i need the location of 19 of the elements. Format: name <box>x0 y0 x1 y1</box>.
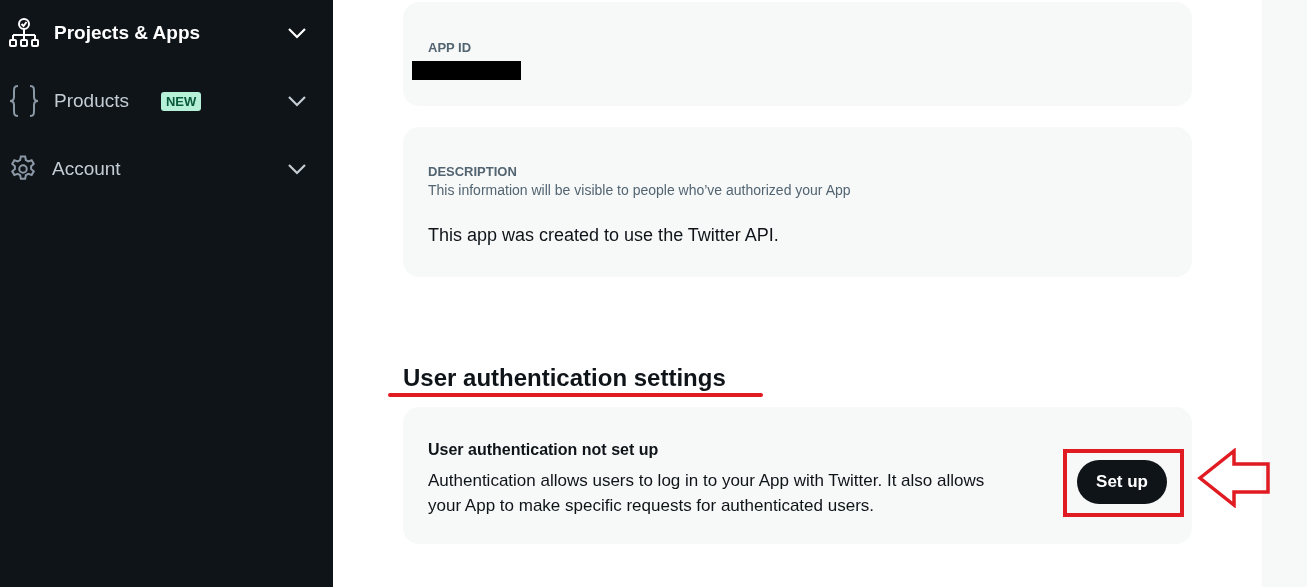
sidebar-item[interactable]: Account <box>0 149 333 189</box>
status-text: Authentication allows users to log in to your App with Twitter. It also allows your App to make specific requests for authenticated users. <box>428 470 986 517</box>
set-up-button[interactable]: Set up <box>1077 459 1167 504</box>
sidebar-item-label: Account <box>52 158 121 180</box>
field-hint: This information will be visible to people who’ve authorized your App <box>428 182 852 198</box>
chevron-down-icon[interactable] <box>287 95 307 107</box>
field-label: APP ID <box>428 40 473 55</box>
section-heading: User authentication settings <box>403 364 726 392</box>
hierarchy-icon <box>8 17 40 49</box>
field-label: DESCRIPTION <box>428 164 518 179</box>
status-title: User authentication not set up <box>428 441 660 459</box>
braces-icon <box>8 84 40 118</box>
sidebar-item-label: Projects & Apps <box>54 22 201 44</box>
sidebar-item[interactable]: Products NEW <box>0 81 333 121</box>
sidebar-item[interactable]: Projects & Apps <box>0 13 333 53</box>
sidebar-item-label: Products <box>54 90 129 112</box>
chevron-down-icon[interactable] <box>287 163 307 175</box>
description-text: This app was created to use the Twitter API. <box>428 225 780 246</box>
new-badge: NEW <box>161 91 202 111</box>
